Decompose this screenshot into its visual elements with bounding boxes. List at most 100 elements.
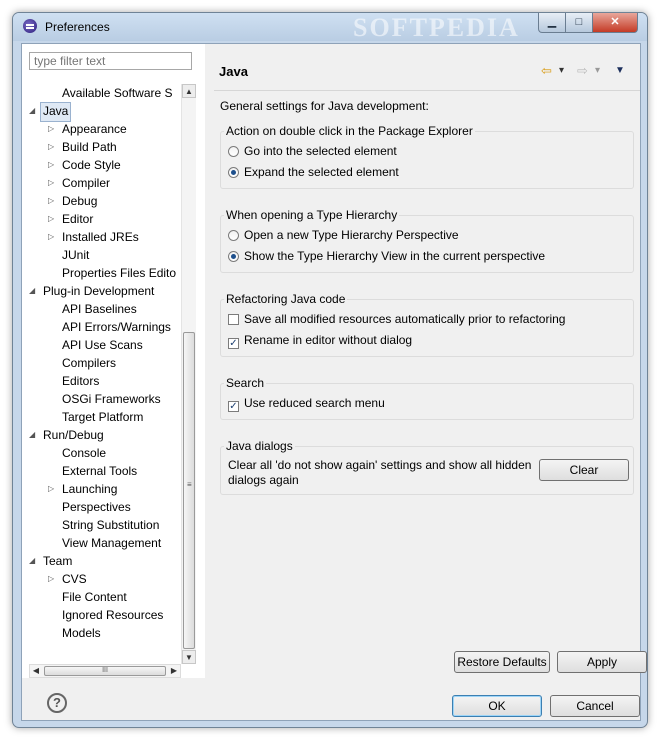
reduced-search-checkbox[interactable]: ✓ Use reduced search menu — [228, 394, 385, 412]
tree-item[interactable]: Available Software S — [62, 84, 173, 102]
show-view-radio[interactable]: Show the Type Hierarchy View in the curr… — [228, 247, 545, 265]
tree-item[interactable]: Team — [43, 552, 72, 570]
collapsed-triangle-icon[interactable]: ▷ — [48, 485, 56, 493]
expanded-triangle-icon[interactable]: ◢ — [29, 287, 37, 295]
checkbox-checked[interactable]: ✓ — [228, 338, 239, 349]
radio-button[interactable] — [228, 146, 239, 157]
collapsed-triangle-icon[interactable]: ▷ — [48, 125, 56, 133]
ok-button[interactable]: OK — [452, 695, 542, 717]
tree-item[interactable]: Compilers — [62, 354, 116, 372]
tree-item[interactable]: API Use Scans — [62, 336, 143, 354]
collapsed-triangle-icon[interactable]: ▷ — [48, 179, 56, 187]
tree-item[interactable]: Ignored Resources — [62, 606, 163, 624]
tree-item-label: Debug — [62, 194, 98, 208]
view-menu-icon[interactable]: ▼ — [615, 64, 625, 78]
scroll-grip-icon: ≡ — [187, 480, 192, 489]
tree-item-label: Build Path — [62, 140, 117, 154]
clear-button[interactable]: Clear — [539, 459, 629, 481]
tree-item[interactable]: View Management — [62, 534, 161, 552]
tree-item-label: Compilers — [62, 356, 117, 370]
expanded-triangle-icon[interactable]: ◢ — [29, 557, 37, 565]
radio-button[interactable] — [228, 251, 239, 262]
forward-menu-icon[interactable]: ▾ — [595, 64, 600, 78]
tree-item[interactable]: Run/Debug — [43, 426, 104, 444]
maximize-button[interactable]: □ — [565, 13, 593, 33]
expand-radio[interactable]: Expand the selected element — [228, 163, 399, 181]
collapsed-triangle-icon[interactable]: ▷ — [48, 215, 56, 223]
back-arrow-icon[interactable]: ⇦ — [541, 64, 552, 78]
vertical-scroll-thumb[interactable]: ≡ — [183, 332, 195, 649]
tree-item[interactable]: Perspectives — [62, 498, 131, 516]
tree-item-label: Console — [62, 446, 107, 460]
option-label: Expand the selected element — [244, 165, 399, 179]
expanded-triangle-icon[interactable]: ◢ — [29, 431, 37, 439]
scroll-up-arrow-icon[interactable]: ▲ — [182, 84, 196, 98]
collapsed-triangle-icon[interactable]: ▷ — [48, 161, 56, 169]
tree-item[interactable]: String Substitution — [62, 516, 159, 534]
expanded-triangle-icon[interactable]: ◢ — [29, 107, 37, 115]
minimize-button[interactable]: ▁ — [538, 13, 566, 33]
forward-arrow-icon[interactable]: ⇨ — [577, 64, 588, 78]
cancel-button[interactable]: Cancel — [550, 695, 640, 717]
tree-item[interactable]: File Content — [62, 588, 127, 606]
tree-item[interactable]: Plug-in Development — [43, 282, 154, 300]
tree-item[interactable]: Appearance — [62, 120, 127, 138]
go-into-radio[interactable]: Go into the selected element — [228, 142, 397, 160]
apply-button[interactable]: Apply — [557, 651, 647, 673]
tree-item[interactable]: CVS — [62, 570, 87, 588]
panel-sash[interactable] — [205, 44, 214, 678]
tree-item[interactable]: Installed JREs — [62, 228, 139, 246]
horizontal-scroll-thumb[interactable]: III — [44, 666, 166, 676]
tree-item[interactable]: External Tools — [62, 462, 137, 480]
filter-input[interactable] — [29, 52, 192, 70]
scroll-right-arrow-icon[interactable]: ▶ — [168, 665, 180, 677]
close-button[interactable]: ✕ — [592, 13, 638, 33]
group-title: Java dialogs — [224, 439, 295, 453]
save-resources-checkbox[interactable]: Save all modified resources automaticall… — [228, 310, 565, 328]
collapsed-triangle-icon[interactable]: ▷ — [48, 575, 56, 583]
tree-item[interactable]: Editor — [62, 210, 93, 228]
tree-item[interactable]: Target Platform — [62, 408, 143, 426]
tree-item[interactable]: Build Path — [62, 138, 117, 156]
checkbox-checked[interactable]: ✓ — [228, 401, 239, 412]
checkbox[interactable] — [228, 314, 239, 325]
title-bar[interactable]: Preferences SOFTPEDIA ▁ □ ✕ — [13, 13, 647, 42]
option-label: Show the Type Hierarchy View in the curr… — [244, 249, 546, 263]
tree-item[interactable]: Code Style — [62, 156, 121, 174]
tree-item[interactable]: API Baselines — [62, 300, 137, 318]
restore-defaults-button[interactable]: Restore Defaults — [454, 651, 550, 673]
tree-item-label: External Tools — [62, 464, 138, 478]
scroll-left-arrow-icon[interactable]: ◀ — [30, 665, 42, 677]
tree-item-label: Ignored Resources — [62, 608, 164, 622]
tree-item[interactable]: Console — [62, 444, 106, 462]
tree-item[interactable]: JUnit — [62, 246, 89, 264]
tree-item[interactable]: Launching — [62, 480, 117, 498]
help-icon[interactable]: ? — [47, 693, 67, 713]
tree-vertical-scrollbar[interactable]: ▲ ≡ ▼ — [181, 84, 196, 664]
option-label: Use reduced search menu — [244, 396, 385, 410]
tree-item[interactable]: Debug — [62, 192, 97, 210]
header-separator — [214, 90, 640, 91]
rename-in-editor-checkbox[interactable]: ✓ Rename in editor without dialog — [228, 331, 412, 349]
tree-item[interactable]: Properties Files Edito — [62, 264, 176, 282]
radio-button[interactable] — [228, 167, 239, 178]
tree-item[interactable]: OSGi Frameworks — [62, 390, 161, 408]
tree-item[interactable]: Java — [40, 102, 72, 122]
tree-item-label: Launching — [62, 482, 118, 496]
scroll-down-arrow-icon[interactable]: ▼ — [182, 650, 196, 664]
tree-item[interactable]: API Errors/Warnings — [62, 318, 171, 336]
tree-item[interactable]: Compiler — [62, 174, 110, 192]
collapsed-triangle-icon[interactable]: ▷ — [48, 197, 56, 205]
group-title: Refactoring Java code — [224, 292, 348, 306]
back-menu-icon[interactable]: ▾ — [559, 64, 564, 78]
double-click-group: Action on double click in the Package Ex… — [220, 124, 634, 189]
tree-item[interactable]: Models — [62, 624, 101, 642]
tree-item-label: API Baselines — [62, 302, 137, 316]
collapsed-triangle-icon[interactable]: ▷ — [48, 233, 56, 241]
tree-horizontal-scrollbar[interactable]: ◀ III ▶ — [29, 664, 181, 678]
tree-item[interactable]: Editors — [62, 372, 99, 390]
tree-item-label: View Management — [62, 536, 162, 550]
collapsed-triangle-icon[interactable]: ▷ — [48, 143, 56, 151]
radio-button[interactable] — [228, 230, 239, 241]
open-perspective-radio[interactable]: Open a new Type Hierarchy Perspective — [228, 226, 459, 244]
